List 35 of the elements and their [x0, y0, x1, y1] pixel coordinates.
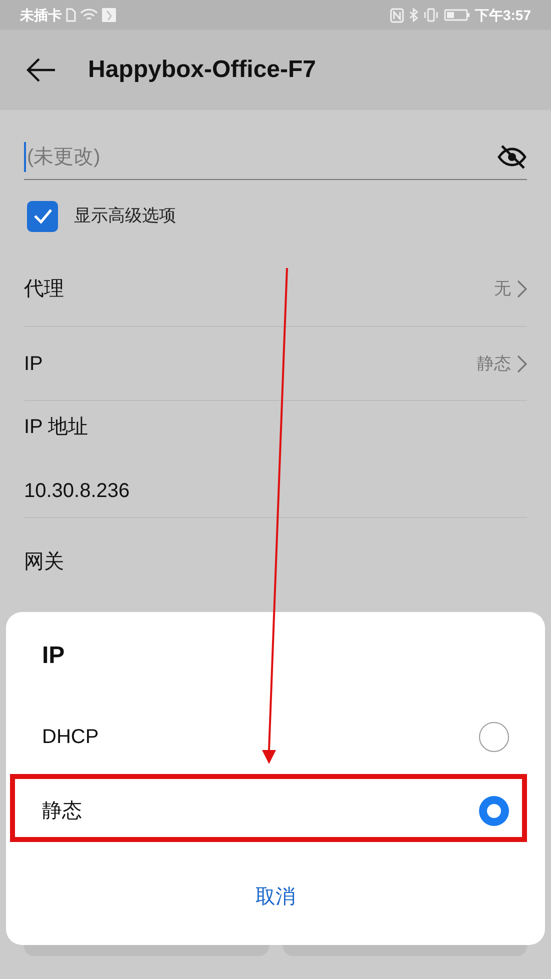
- battery-icon: [444, 9, 470, 21]
- wifi-icon: [80, 8, 98, 22]
- chevron-right-icon: [517, 280, 527, 298]
- carrier-text: 未插卡: [20, 6, 62, 24]
- option-label: DHCP: [42, 725, 99, 750]
- row-label: IP: [24, 352, 43, 376]
- field-label: 网关: [24, 551, 64, 573]
- app-icon: [102, 8, 116, 22]
- password-field[interactable]: (未更改): [24, 142, 497, 172]
- dialog-title: IP: [42, 641, 65, 671]
- row-value: 无: [494, 278, 511, 300]
- cancel-button[interactable]: 取消: [250, 882, 302, 912]
- clock-text: 下午3:57: [474, 6, 531, 24]
- radio-option[interactable]: 静态: [42, 774, 509, 848]
- sim-icon: [66, 8, 76, 22]
- page-title: Happybox-Office-F7: [88, 55, 316, 85]
- vibrate-icon: [422, 8, 439, 22]
- radio-button[interactable]: [479, 722, 509, 752]
- bluetooth-icon: [408, 8, 418, 22]
- checkbox[interactable]: [27, 200, 58, 232]
- field-value[interactable]: 10.30.8.236: [24, 476, 527, 506]
- radio-option[interactable]: DHCP: [42, 700, 509, 774]
- row-value: 静态: [477, 352, 511, 375]
- chevron-right-icon: [517, 354, 527, 372]
- back-icon[interactable]: [26, 58, 56, 82]
- eye-off-icon[interactable]: [497, 144, 527, 168]
- field-label: IP 地址: [24, 415, 90, 440]
- check-icon: [32, 208, 52, 224]
- row-label: 代理: [24, 277, 64, 302]
- option-label: 静态: [42, 799, 82, 824]
- checkbox-label: 显示高级选项: [74, 205, 176, 228]
- radio-button[interactable]: [479, 796, 509, 826]
- settings-row[interactable]: 代理 无: [24, 252, 527, 326]
- settings-row[interactable]: IP 静态: [24, 326, 527, 400]
- nfc-icon: [390, 8, 404, 22]
